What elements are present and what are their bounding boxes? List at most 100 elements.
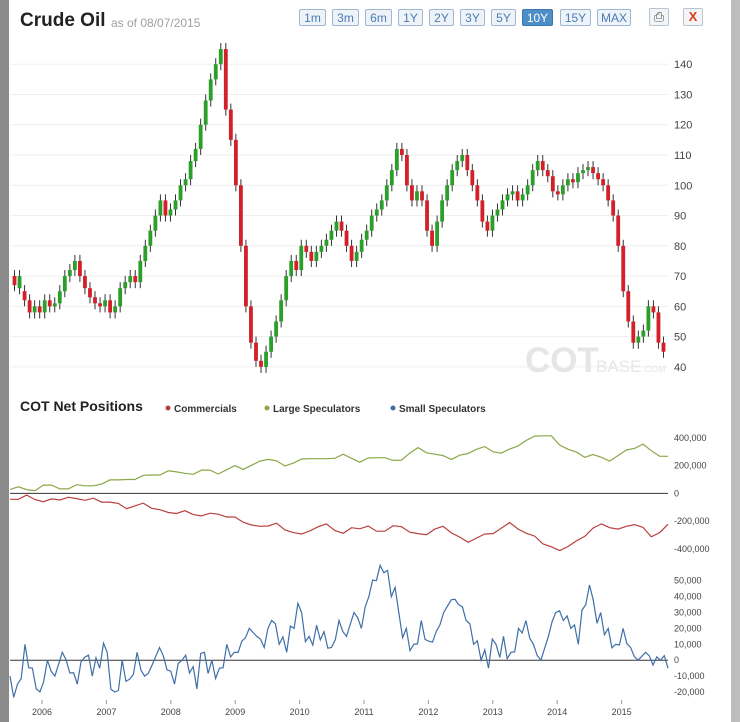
x-tick-label: 2011	[354, 707, 373, 717]
small-spec-y-axis: 50,000 40,000 30,000 20,000 10,000 0 -10,000 -2…	[674, 576, 705, 697]
candle-body	[555, 191, 560, 195]
candle-body	[57, 291, 62, 304]
candle-body	[304, 245, 309, 252]
candle-body	[495, 209, 500, 216]
candle-body	[475, 185, 480, 201]
candle-body	[576, 173, 580, 183]
candle-body	[103, 300, 107, 307]
candle-body	[354, 251, 359, 261]
candle-body	[440, 200, 445, 222]
candle-body	[108, 300, 113, 313]
series-line-commercials	[10, 494, 669, 552]
candle-body	[420, 191, 424, 201]
candle-body	[47, 300, 52, 307]
candle-body	[591, 167, 595, 174]
price-y-tick: 110	[674, 150, 692, 162]
candle-body	[52, 303, 57, 307]
watermark: COT BASE .COM	[525, 341, 666, 380]
cot-legend: Commercials Large Speculators Small Specul…	[165, 404, 486, 415]
candle-body	[78, 260, 82, 277]
candle-body	[238, 185, 243, 246]
candle-body	[163, 200, 168, 216]
x-tick-label: 2010	[290, 707, 310, 717]
candle-body	[148, 230, 153, 246]
candle-body	[369, 215, 374, 231]
legend-label: Large Speculators	[273, 404, 361, 415]
price-y-tick: 130	[674, 89, 692, 101]
candle-body	[309, 251, 314, 261]
candle-body	[399, 148, 404, 156]
candle-body	[631, 321, 636, 343]
candle-body	[198, 124, 203, 149]
candle-body	[113, 306, 118, 313]
candle-body	[425, 200, 429, 231]
candle-body	[611, 200, 616, 216]
watermark-big: COT	[525, 341, 599, 380]
x-tick-label: 2008	[161, 707, 181, 717]
candle-body	[379, 200, 384, 210]
watermark-suffix: .COM	[642, 364, 666, 374]
candle-body	[505, 194, 510, 201]
candle-body	[72, 260, 77, 271]
small-y-tick: -20,000	[674, 687, 705, 697]
small-y-tick: 0	[674, 655, 679, 665]
candle-body	[641, 330, 646, 337]
price-y-tick: 60	[674, 301, 686, 313]
candle-body	[98, 303, 102, 307]
candle-body	[324, 239, 329, 246]
candle-body	[17, 276, 22, 289]
candle-body	[485, 221, 490, 231]
x-tick-label: 2013	[483, 707, 503, 717]
cot-y-tick: -400,000	[674, 544, 710, 554]
candle-body	[560, 185, 565, 195]
x-axis: 2006 2007 2008 2009 2010 2011 2012 2013 2014 2015	[32, 700, 632, 717]
price-y-tick: 90	[674, 211, 686, 223]
candle-body	[279, 300, 284, 322]
candle-body	[88, 288, 92, 298]
cot-y-tick: 200,000	[674, 461, 707, 471]
candle-body	[596, 173, 600, 180]
candle-body	[314, 251, 319, 261]
candle-body	[626, 291, 631, 322]
price-grid	[10, 63, 668, 368]
candle-body	[188, 161, 193, 180]
candle-body	[254, 342, 258, 361]
candle-body	[123, 282, 128, 289]
candle-body	[430, 230, 434, 246]
small-y-tick: -10,000	[674, 671, 705, 681]
price-y-tick: 120	[674, 120, 692, 132]
candle-body	[586, 167, 590, 171]
candle-body	[405, 155, 409, 186]
candle-body	[349, 245, 354, 261]
candle-body	[515, 191, 520, 201]
cot-title: COT Net Positions	[20, 398, 143, 414]
candle-body	[178, 185, 183, 201]
candle-body	[138, 260, 143, 283]
candle-body	[259, 360, 263, 367]
x-tick-label: 2007	[96, 707, 116, 717]
candle-body	[294, 260, 299, 271]
small-spec-lines	[9, 563, 669, 698]
candle-body	[249, 306, 253, 343]
legend-marker	[165, 405, 171, 411]
price-y-tick: 80	[674, 241, 686, 253]
price-y-tick: 40	[674, 362, 686, 374]
candle-body	[289, 260, 294, 277]
price-y-tick: 100	[674, 180, 692, 192]
candle-body	[616, 215, 621, 246]
candle-body	[520, 194, 525, 201]
candle-body	[284, 276, 289, 301]
candle-body	[581, 170, 585, 174]
small-y-tick: 10,000	[674, 639, 702, 649]
candle-body	[621, 245, 626, 292]
candle-body	[636, 336, 641, 343]
candle-body	[269, 336, 273, 352]
candle-body	[364, 230, 369, 240]
candle-body	[490, 215, 495, 231]
candle-body	[359, 239, 364, 252]
candle-body	[435, 221, 440, 246]
candle-body	[470, 170, 475, 186]
candle-body	[264, 351, 268, 367]
price-y-axis: 40 50 60 70 80 90 100 110 120 130 140	[674, 59, 692, 374]
candle-body	[540, 161, 545, 171]
